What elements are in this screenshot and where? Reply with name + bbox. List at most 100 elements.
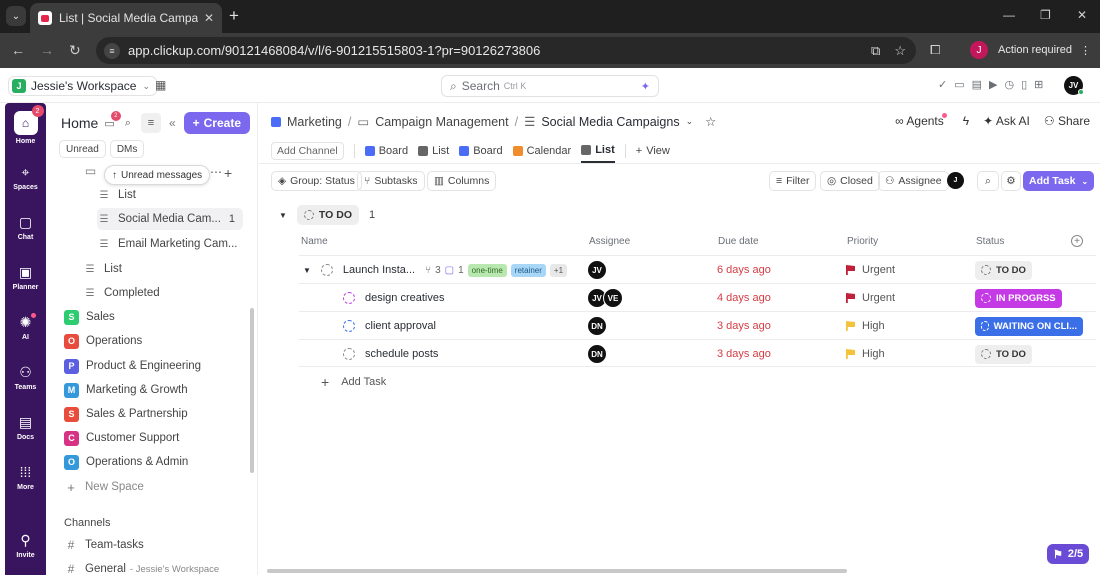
search-icon[interactable]: ⌕: [125, 117, 131, 130]
folder-icon[interactable]: ▭: [84, 160, 104, 182]
address-bar[interactable]: ≡ app.clickup.com/90121468084/v/l/6-9012…: [96, 37, 916, 64]
add-column-icon[interactable]: +: [1071, 235, 1083, 247]
notepad-icon[interactable]: ▤: [972, 78, 982, 91]
table-row[interactable]: client approval DN 3 days ago High WAITI…: [299, 311, 1096, 339]
collapse-sidebar-icon[interactable]: «: [169, 116, 176, 130]
reload-icon[interactable]: ↻: [69, 42, 81, 59]
status-badge[interactable]: WAITING ON CLI...: [975, 316, 1083, 336]
rail-item-ai[interactable]: ✺ AI: [5, 313, 46, 341]
filter-button[interactable]: ≡ Filter: [769, 171, 817, 191]
settings-gear-icon[interactable]: ⚙: [1001, 171, 1021, 191]
sidebar-space-customer-support[interactable]: C Customer Support: [64, 427, 257, 449]
status-cell[interactable]: WAITING ON CLI...: [975, 312, 1083, 340]
column-header-assignee[interactable]: Assignee: [589, 236, 630, 247]
due-date-cell[interactable]: 4 days ago: [717, 284, 771, 312]
expand-caret-icon[interactable]: ▼: [303, 266, 311, 275]
forward-icon[interactable]: →: [40, 42, 54, 58]
task-name[interactable]: schedule posts: [365, 348, 438, 360]
status-cell[interactable]: TO DO: [975, 340, 1032, 368]
tab-list[interactable]: List: [418, 139, 449, 163]
restore-window-icon[interactable]: ❐: [1040, 8, 1051, 22]
subtasks-button[interactable]: ⑂ Subtasks: [357, 171, 425, 191]
channel-general[interactable]: # General - Jessie's Workspace: [64, 558, 257, 575]
due-date-cell[interactable]: 6 days ago: [717, 256, 771, 284]
sidebar-space-sales[interactable]: S Sales: [64, 306, 257, 328]
task-name[interactable]: Launch Insta...: [343, 264, 415, 276]
extensions-icon[interactable]: ⧠: [930, 42, 940, 58]
column-header-name[interactable]: Name: [301, 236, 328, 247]
sidebar-item-social-media[interactable]: ☰ Social Media Cam... 1: [97, 208, 243, 230]
due-date-cell[interactable]: 3 days ago: [717, 340, 771, 368]
columns-button[interactable]: ▥ Columns: [427, 171, 497, 191]
tag-retainer[interactable]: retainer: [510, 263, 546, 277]
back-icon[interactable]: ←: [11, 42, 25, 58]
minimize-window-icon[interactable]: —: [1003, 8, 1015, 22]
priority-cell[interactable]: Urgent: [846, 284, 895, 312]
favorite-star-icon[interactable]: ☆: [705, 114, 716, 129]
priority-cell[interactable]: High: [846, 312, 885, 340]
create-button[interactable]: + Create: [183, 112, 250, 134]
breadcrumb-campaign-management[interactable]: Campaign Management: [375, 115, 508, 129]
apps-grid-icon[interactable]: ⊞: [1034, 78, 1043, 91]
priority-cell[interactable]: High: [846, 340, 885, 368]
sidebar-item-completed[interactable]: ☰ Completed: [83, 282, 243, 304]
rail-item-invite[interactable]: ⚲ Invite: [5, 531, 46, 559]
sidebar-space-operations-admin[interactable]: O Operations & Admin: [64, 451, 257, 473]
sidebar-item-list[interactable]: ☰ List: [97, 184, 247, 206]
sidebar-space-sales-partnership[interactable]: S Sales & Partnership: [64, 403, 257, 425]
table-row[interactable]: schedule posts DN 3 days ago High TO DO: [299, 339, 1096, 367]
search-input[interactable]: ⌕ Search Ctrl K ✦: [441, 75, 659, 97]
breadcrumb-social-media[interactable]: Social Media Campaigns: [541, 115, 679, 129]
assignee-button[interactable]: ⚇ Assignee: [878, 171, 949, 191]
sidebar-scrollbar[interactable]: [250, 308, 254, 473]
inbox-icon[interactable]: ▭ 2: [104, 110, 121, 130]
kebab-menu-icon[interactable]: ⋮: [1080, 44, 1091, 57]
status-cell[interactable]: IN PROGRSS: [975, 284, 1062, 312]
check-circle-icon[interactable]: ✓: [938, 78, 947, 91]
add-task-button[interactable]: Add Task ⌄: [1023, 171, 1095, 191]
share-button[interactable]: ⚇ Share: [1044, 114, 1090, 128]
sidebar-item-email-marketing[interactable]: ☰ Email Marketing Cam...: [97, 233, 247, 255]
assignee-cell[interactable]: JV: [587, 256, 607, 284]
ask-ai-button[interactable]: ✦ Ask AI: [983, 114, 1030, 128]
status-waiting-icon[interactable]: [343, 320, 355, 332]
due-date-cell[interactable]: 3 days ago: [717, 312, 771, 340]
closed-button[interactable]: ◎ Closed: [820, 171, 880, 191]
automation-bolt-icon[interactable]: ϟ: [963, 114, 969, 128]
rail-item-teams[interactable]: ⚇ Teams: [5, 363, 46, 391]
tab-search-button[interactable]: ⌄: [6, 6, 26, 26]
group-status-pill[interactable]: TO DO: [296, 205, 359, 225]
channel-team-tasks[interactable]: # Team-tasks: [64, 534, 257, 556]
status-badge[interactable]: TO DO: [975, 260, 1032, 280]
breadcrumb-marketing[interactable]: Marketing: [287, 115, 342, 129]
sidebar-item-list[interactable]: ☰ List: [83, 258, 243, 280]
status-progress-icon[interactable]: [343, 292, 355, 304]
document-icon[interactable]: ▯: [1021, 78, 1027, 91]
unread-messages-button[interactable]: ↑ Unread messages: [104, 165, 211, 185]
new-tab-button[interactable]: +: [229, 7, 239, 25]
more-options-icon[interactable]: ⋯: [210, 165, 223, 179]
calendar-icon[interactable]: ▦: [155, 78, 166, 92]
search-tasks-icon[interactable]: ⌕: [977, 171, 999, 191]
alarm-icon[interactable]: ◷: [1005, 78, 1015, 91]
status-badge[interactable]: TO DO: [975, 344, 1032, 364]
add-channel-button[interactable]: Add Channel: [271, 142, 344, 160]
group-by-button[interactable]: ◈ Group: Status: [271, 171, 362, 191]
filter-unread-pill[interactable]: Unread: [59, 140, 106, 158]
status-todo-icon[interactable]: [343, 348, 355, 360]
rail-item-chat[interactable]: ▢ Chat: [5, 213, 46, 241]
tab-calendar[interactable]: Calendar: [512, 139, 571, 163]
column-header-priority[interactable]: Priority: [847, 236, 878, 247]
horizontal-scrollbar[interactable]: [267, 569, 847, 573]
tab-board[interactable]: Board: [364, 139, 408, 163]
assignee-cell[interactable]: JV VE: [587, 284, 623, 312]
assignee-cell[interactable]: DN: [587, 312, 607, 340]
workspace-switcher[interactable]: J Jessie's Workspace ⌄: [8, 76, 157, 96]
task-name[interactable]: client approval: [365, 320, 436, 332]
chevron-down-icon[interactable]: ⌄: [686, 116, 694, 127]
status-cell[interactable]: TO DO: [975, 256, 1032, 284]
me-avatar[interactable]: J: [947, 172, 964, 189]
sidebar-space-product[interactable]: P Product & Engineering: [64, 355, 257, 377]
status-badge[interactable]: IN PROGRSS: [975, 288, 1062, 308]
task-name[interactable]: design creatives: [365, 292, 445, 304]
